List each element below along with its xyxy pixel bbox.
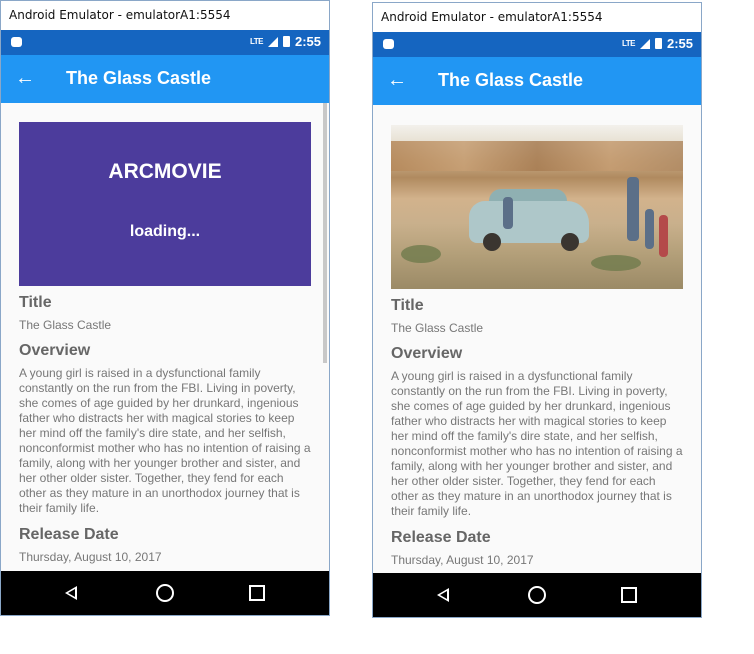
status-bar: LTE 2:55: [373, 32, 701, 57]
backdrop-bush: [591, 255, 641, 271]
battery-icon: [654, 38, 662, 49]
poster-brand: ARCMOVIE: [108, 160, 222, 183]
release-date: Thursday, August 10, 2017: [391, 553, 534, 567]
poster-loading-text: loading...: [129, 223, 201, 240]
emulator-title: Android Emulator - emulatorA1:5554: [373, 3, 701, 32]
release-date-heading: Release Date: [391, 529, 491, 546]
emulator-window-loading: Android Emulator - emulatorA1:5554 LTE 2…: [0, 0, 330, 616]
android-notification-icon: [11, 37, 22, 47]
arrow-left-icon[interactable]: ←: [387, 69, 407, 91]
scrollbar[interactable]: [323, 103, 327, 363]
movie-detail-content[interactable]: ARCMOVIE loading... Title The Glass Cast…: [1, 103, 329, 571]
network-type: LTE: [249, 37, 264, 46]
home-circle-icon[interactable]: [156, 584, 174, 602]
movie-overview: A young girl is raised in a dysfunctiona…: [19, 366, 311, 515]
page-title: The Glass Castle: [66, 68, 212, 88]
recents-square-icon[interactable]: [249, 585, 265, 601]
backdrop-cliffs: [391, 141, 683, 171]
android-notification-icon: [383, 39, 394, 49]
movie-title: The Glass Castle: [19, 318, 112, 332]
clock: 2:55: [666, 36, 693, 51]
page-title: The Glass Castle: [438, 70, 584, 90]
recents-square-icon[interactable]: [621, 587, 637, 603]
movie-detail-content[interactable]: Title The Glass Castle Overview A young …: [373, 105, 701, 573]
overview-heading: Overview: [391, 345, 463, 362]
backdrop-person: [503, 197, 513, 229]
title-heading: Title: [19, 294, 52, 311]
backdrop-person: [627, 177, 639, 241]
navigation-bar: [373, 573, 701, 617]
signal-icon: [639, 38, 650, 49]
movie-overview: A young girl is raised in a dysfunctiona…: [391, 369, 683, 518]
arrow-left-icon[interactable]: ←: [15, 67, 35, 89]
movie-backdrop-image: [391, 125, 683, 289]
network-type: LTE: [621, 39, 636, 48]
home-circle-icon[interactable]: [528, 586, 546, 604]
release-date: Thursday, August 10, 2017: [19, 550, 162, 564]
app-bar: ← The Glass Castle: [373, 57, 701, 105]
backdrop-person: [659, 215, 668, 257]
overview-heading: Overview: [19, 342, 91, 359]
navigation-bar: [1, 571, 329, 615]
backdrop-wheel: [483, 233, 501, 251]
signal-icon: [267, 36, 278, 47]
back-triangle-icon[interactable]: [437, 588, 449, 602]
emulator-title: Android Emulator - emulatorA1:5554: [1, 1, 329, 30]
title-heading: Title: [391, 297, 424, 314]
status-bar: LTE 2:55: [1, 30, 329, 55]
backdrop-person: [645, 209, 654, 249]
back-triangle-icon[interactable]: [65, 586, 77, 600]
battery-icon: [282, 36, 290, 47]
backdrop-bush: [401, 245, 441, 263]
emulator-window-loaded: Android Emulator - emulatorA1:5554 LTE 2…: [372, 2, 702, 618]
release-date-heading: Release Date: [19, 526, 119, 543]
clock: 2:55: [294, 34, 321, 49]
movie-title: The Glass Castle: [391, 321, 484, 335]
backdrop-wheel: [561, 233, 579, 251]
app-bar: ← The Glass Castle: [1, 55, 329, 103]
poster-placeholder: ARCMOVIE loading...: [19, 122, 311, 286]
